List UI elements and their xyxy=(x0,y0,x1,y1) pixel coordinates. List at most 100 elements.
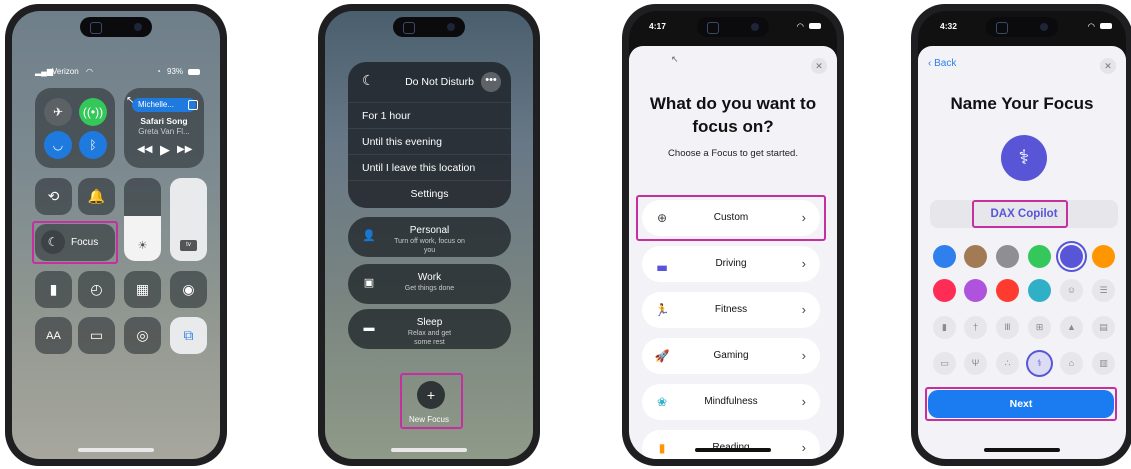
color-blue[interactable] xyxy=(933,245,956,268)
color-purple[interactable] xyxy=(964,279,987,302)
signal-icon: ▂▄▆ xyxy=(35,67,53,76)
name-focus-screen: 4:32 ◠ ‹ Back ✕ Name Your Focus ⚕ DAX Co… xyxy=(918,11,1126,459)
wifi-toggle-icon[interactable]: ◡ xyxy=(44,131,72,159)
dnd-settings[interactable]: Settings xyxy=(348,180,511,207)
play-icon[interactable]: ▶ xyxy=(160,142,170,158)
option-driving-label: Driving xyxy=(715,258,747,269)
new-focus-highlight xyxy=(400,373,463,429)
brightness-slider[interactable]: ☀ xyxy=(124,178,161,261)
calculator-icon[interactable]: ▦ xyxy=(124,271,161,308)
color-gray[interactable] xyxy=(996,245,1019,268)
choose-focus-screen: 4:17 ◠ ✕ ↖ What do you want to focus on?… xyxy=(629,11,837,459)
dynamic-island xyxy=(393,17,465,37)
option-mindfulness[interactable]: ❀ Mindfulness › xyxy=(642,384,820,420)
color-pink[interactable] xyxy=(933,279,956,302)
music-tile[interactable]: Michelle... Safari Song Greta Van Fl... … xyxy=(124,88,204,168)
home-indicator xyxy=(78,448,154,452)
chevron-right-icon: › xyxy=(801,256,806,271)
house-icon[interactable]: ⌂ xyxy=(1060,352,1083,375)
focus-sleep[interactable]: ▬ Sleep Relax and get some rest xyxy=(348,309,511,349)
airplay-icon[interactable] xyxy=(188,100,198,110)
carrier-label: Verizon xyxy=(52,67,79,76)
camera-icon[interactable]: ◉ xyxy=(170,271,207,308)
cursor-icon: ↖ xyxy=(671,54,679,64)
focus-menu-screen: ☾ Do Not Disturb ••• For 1 hour Until th… xyxy=(325,11,533,459)
dnd-option-evening[interactable]: Until this evening xyxy=(348,128,511,155)
chevron-right-icon: › xyxy=(801,348,806,363)
emoji-icon[interactable]: ☺ xyxy=(1060,279,1083,302)
brightness-icon: ☀ xyxy=(137,240,148,252)
dnd-option-1-hour[interactable]: For 1 hour xyxy=(348,102,511,129)
color-teal[interactable] xyxy=(1028,279,1051,302)
next-track-icon[interactable]: ▶▶ xyxy=(177,144,192,155)
cellular-data-icon[interactable]: ((•)) xyxy=(79,98,107,126)
silent-mode-bell-icon[interactable]: 🔔 xyxy=(78,178,115,215)
portrait-lock-small-icon: ◔ xyxy=(156,67,161,76)
flashlight-icon[interactable]: ▮ xyxy=(35,271,72,308)
song-artist: Greta Van Fl... xyxy=(138,127,190,136)
wifi-icon: ◠ xyxy=(797,21,804,31)
option-fitness[interactable]: 🏃 Fitness › xyxy=(642,292,820,328)
timer-icon[interactable]: ◴ xyxy=(78,271,115,308)
option-gaming-label: Gaming xyxy=(713,350,749,361)
status-bar: ▂▄▆ Verizon ◠ ◔ 93% xyxy=(12,67,220,81)
screen-mirroring-icon[interactable]: ⧉ xyxy=(170,317,207,354)
fork-knife-icon[interactable]: Ψ xyxy=(964,352,987,375)
dnd-option-leave-location[interactable]: Until I leave this location xyxy=(348,154,511,181)
next-highlight xyxy=(925,387,1117,421)
focus-work[interactable]: ▣ Work Get things done xyxy=(348,264,511,304)
low-power-mode-icon[interactable]: ▭ xyxy=(78,317,115,354)
do-not-disturb-card[interactable]: ☾ Do Not Disturb ••• For 1 hour Until th… xyxy=(348,62,511,208)
battery-percent: 93% xyxy=(167,67,184,76)
focus-work-name: Work xyxy=(417,272,442,283)
focus-personal-sub: Turn off work, focus on you xyxy=(394,238,465,254)
bookmark-icon[interactable]: ▮ xyxy=(933,316,956,339)
pin-icon[interactable]: † xyxy=(964,316,987,339)
option-reading-label: Reading xyxy=(642,430,820,459)
option-mindfulness-label: Mindfulness xyxy=(704,396,758,407)
books-icon[interactable]: Ⅲ xyxy=(996,316,1019,339)
document-icon[interactable]: ▤ xyxy=(1092,316,1115,339)
previous-track-icon[interactable]: ◀◀ xyxy=(137,144,152,155)
gift-icon[interactable]: ⊞ xyxy=(1028,316,1051,339)
orientation-lock-icon[interactable]: ⟲ xyxy=(35,178,72,215)
building-icon[interactable]: ▥ xyxy=(1092,352,1115,375)
connectivity-tile: ✈ ((•)) ◡ ᛒ xyxy=(35,88,115,168)
screen-recording-icon[interactable]: ◎ xyxy=(124,317,161,354)
control-center-screen: ▂▄▆ Verizon ◠ ◔ 93% ✈ ((•)) ◡ ᛒ Michelle… xyxy=(12,11,220,459)
option-reading[interactable]: ▮ Reading › xyxy=(642,430,820,459)
option-gaming[interactable]: 🚀 Gaming › xyxy=(642,338,820,374)
color-indigo-selected[interactable] xyxy=(1060,245,1083,268)
more-options-icon[interactable]: ••• xyxy=(481,72,501,92)
home-indicator xyxy=(391,448,467,452)
back-button[interactable]: ‹ Back xyxy=(928,58,956,69)
paw-icon[interactable]: ∴ xyxy=(996,352,1019,375)
bluetooth-icon[interactable]: ᛒ xyxy=(79,131,107,159)
phone-focus-menu: ☾ Do Not Disturb ••• For 1 hour Until th… xyxy=(318,4,540,466)
color-brown[interactable] xyxy=(964,245,987,268)
focus-personal[interactable]: 👤 Personal Turn off work, focus on you xyxy=(348,217,511,257)
stethoscope-glyph-selected-icon[interactable]: ⚕ xyxy=(1028,352,1051,375)
text-size-button[interactable]: AA xyxy=(35,317,72,354)
color-green[interactable] xyxy=(1028,245,1051,268)
color-red[interactable] xyxy=(996,279,1019,302)
apple-tv-remote[interactable]: tv xyxy=(170,178,207,261)
chevron-right-icon: › xyxy=(801,302,806,317)
color-orange[interactable] xyxy=(1092,245,1115,268)
focus-highlight xyxy=(32,221,118,264)
airplane-mode-icon[interactable]: ✈ xyxy=(44,98,72,126)
credit-card-icon[interactable]: ▭ xyxy=(933,352,956,375)
close-icon[interactable]: ✕ xyxy=(811,58,827,74)
close-icon[interactable]: ✕ xyxy=(1100,58,1116,74)
option-fitness-label: Fitness xyxy=(714,304,748,315)
apple-tv-icon: tv xyxy=(180,240,197,251)
graduation-cap-icon[interactable]: ▲ xyxy=(1060,316,1083,339)
airplay-source[interactable]: Michelle... xyxy=(132,98,196,112)
focus-sheet: ✕ ↖ What do you want to focus on? Choose… xyxy=(629,46,837,459)
page-subtitle: Choose a Focus to get started. xyxy=(668,148,798,159)
page-title: Name Your Focus xyxy=(950,94,1094,113)
focus-work-sub: Get things done xyxy=(404,285,455,292)
option-driving[interactable]: ▃ Driving › xyxy=(642,246,820,282)
list-icon[interactable]: ☰ xyxy=(1092,279,1115,302)
back-label: Back xyxy=(934,58,957,69)
